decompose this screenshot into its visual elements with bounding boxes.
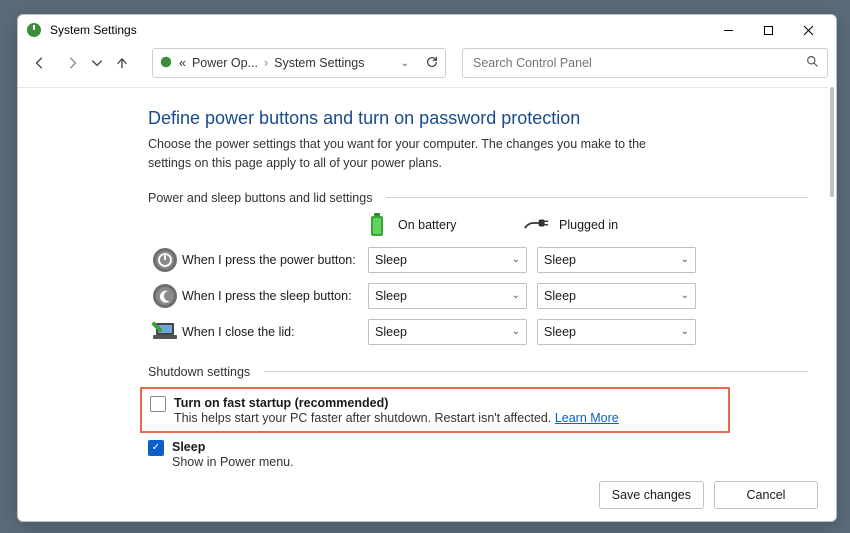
maximize-button[interactable] [748, 15, 788, 45]
sleep-icon [148, 283, 182, 309]
address-bar[interactable]: « Power Op... › System Settings ⌄ [152, 48, 446, 78]
power-battery-select[interactable]: Sleep⌄ [368, 247, 527, 273]
breadcrumb-item[interactable]: System Settings [274, 56, 364, 70]
row-label: When I press the power button: [182, 253, 368, 267]
toolbar: « Power Op... › System Settings ⌄ [18, 45, 836, 81]
scrollbar[interactable] [830, 87, 834, 197]
chevron-down-icon[interactable]: ⌄ [401, 58, 409, 69]
folder-icon [159, 55, 173, 72]
column-header-battery: On battery [368, 213, 523, 237]
chevron-down-icon: ⌄ [681, 326, 689, 337]
back-button[interactable] [26, 49, 54, 77]
lid-plugged-select[interactable]: Sleep⌄ [537, 319, 696, 345]
lid-row: When I close the lid: Sleep⌄ Sleep⌄ [148, 319, 808, 345]
titlebar: System Settings [18, 15, 836, 45]
search-icon [806, 55, 819, 71]
close-button[interactable] [788, 15, 828, 45]
cancel-button[interactable]: Cancel [714, 481, 818, 509]
search-box[interactable] [462, 48, 828, 78]
footer: Save changes Cancel [599, 481, 818, 509]
plug-icon [523, 214, 549, 235]
chevron-down-icon: ⌄ [512, 254, 520, 265]
chevron-down-icon: ⌄ [681, 290, 689, 301]
chevron-right-icon: › [264, 56, 268, 70]
chevron-down-icon: ⌄ [681, 254, 689, 265]
breadcrumb-prefix: « [179, 56, 186, 70]
sleep-battery-select[interactable]: Sleep⌄ [368, 283, 527, 309]
search-input[interactable] [471, 55, 806, 71]
lid-battery-select[interactable]: Sleep⌄ [368, 319, 527, 345]
battery-icon [368, 213, 388, 237]
sleep-button-row: When I press the sleep button: Sleep⌄ Sl… [148, 283, 808, 309]
app-icon [26, 22, 42, 38]
refresh-button[interactable] [425, 55, 439, 72]
row-label: When I close the lid: [182, 325, 368, 339]
breadcrumb-item[interactable]: Power Op... [192, 56, 258, 70]
power-button-row: When I press the power button: Sleep⌄ Sl… [148, 247, 808, 273]
laptop-icon [148, 321, 182, 343]
power-icon [148, 247, 182, 273]
save-button[interactable]: Save changes [599, 481, 704, 509]
section-header: Shutdown settings [148, 365, 808, 379]
recent-button[interactable] [90, 49, 104, 77]
fast-startup-label: Turn on fast startup (recommended) [174, 396, 388, 410]
window: System Settings « Power Op... › System S… [17, 14, 837, 522]
minimize-button[interactable] [708, 15, 748, 45]
chevron-down-icon: ⌄ [512, 326, 520, 337]
window-title: System Settings [50, 23, 708, 37]
highlight-box: Turn on fast startup (recommended) This … [140, 387, 730, 433]
fast-startup-checkbox[interactable] [150, 396, 166, 412]
sleep-option-label: Sleep [172, 440, 205, 454]
page-title: Define power buttons and turn on passwor… [148, 108, 808, 129]
column-header-plugged: Plugged in [523, 213, 678, 237]
row-label: When I press the sleep button: [182, 289, 368, 303]
sleep-checkbox[interactable] [148, 440, 164, 456]
page-description: Choose the power settings that you want … [148, 135, 688, 173]
learn-more-link[interactable]: Learn More [555, 411, 619, 425]
sleep-option-desc: Show in Power menu. [172, 455, 294, 469]
fast-startup-desc: This helps start your PC faster after sh… [174, 411, 555, 425]
content: Define power buttons and turn on passwor… [18, 87, 828, 521]
section-header: Power and sleep buttons and lid settings [148, 191, 808, 205]
chevron-down-icon: ⌄ [512, 290, 520, 301]
sleep-plugged-select[interactable]: Sleep⌄ [537, 283, 696, 309]
forward-button[interactable] [58, 49, 86, 77]
power-plugged-select[interactable]: Sleep⌄ [537, 247, 696, 273]
up-button[interactable] [108, 49, 136, 77]
